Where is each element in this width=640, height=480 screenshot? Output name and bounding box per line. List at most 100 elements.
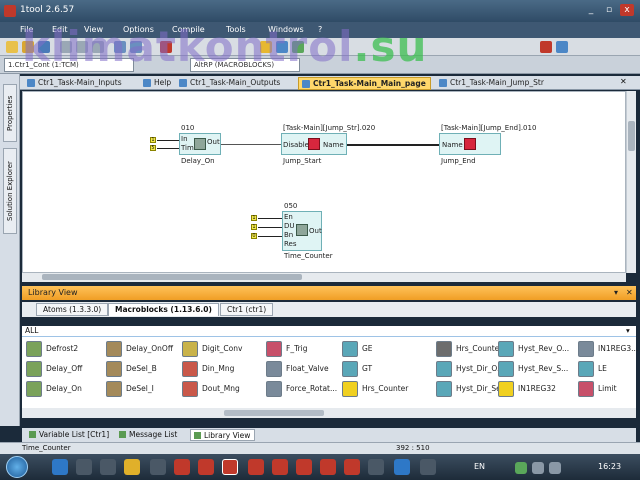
taskbar-app-icon[interactable] (320, 459, 336, 475)
library-item-label: Delay_On (46, 384, 82, 393)
taskbar-app-icon[interactable] (198, 459, 214, 475)
page-icon (439, 79, 447, 87)
language-indicator[interactable]: EN (474, 462, 485, 471)
time-counter-out: Out (309, 227, 322, 235)
macroblock-icon (266, 341, 282, 357)
const-box[interactable]: 1 (150, 137, 156, 143)
library-item-label: Delay_OnOff (126, 344, 173, 353)
jump-start-disable: Disable (283, 141, 309, 149)
network-icon[interactable] (532, 462, 544, 474)
taskbar-app-icon[interactable] (344, 459, 360, 475)
macroblock-icon (436, 341, 452, 357)
watermark: klimatkontrol.su (22, 22, 428, 71)
tab-macroblocks[interactable]: Macroblocks (1.13.6.0) (108, 303, 219, 316)
macroblock-icon (436, 381, 452, 397)
taskbar-app-icon[interactable] (394, 459, 410, 475)
macroblock-icon (266, 361, 282, 377)
jump-end-name-pin: Name (442, 141, 463, 149)
close-icon[interactable]: ✕ (626, 286, 633, 299)
list-icon (29, 431, 36, 438)
start-button[interactable] (6, 456, 28, 478)
page-icon (27, 79, 35, 87)
pin-icon[interactable]: ▾ (614, 286, 618, 299)
volume-icon[interactable] (549, 462, 561, 474)
wire (258, 227, 282, 228)
tab-message-list[interactable]: Message List (116, 429, 181, 441)
clock[interactable]: 16:23 (598, 462, 621, 471)
taskbar-app-icon[interactable] (368, 459, 384, 475)
stop-icon[interactable] (540, 41, 552, 53)
folder-icon[interactable] (124, 459, 140, 475)
jump-end-block[interactable]: Name (439, 133, 501, 155)
library-item-label: Hrs_Counter (362, 384, 409, 393)
solution-explorer-tab[interactable]: Solution Explorer (3, 148, 17, 234)
tab-close-icon[interactable]: ✕ (620, 77, 627, 86)
properties-tab[interactable]: Properties (3, 84, 17, 142)
library-filter[interactable]: ALL ▾ (22, 326, 636, 337)
taskbar-app-icon[interactable] (296, 459, 312, 475)
scroll-thumb[interactable] (628, 121, 635, 151)
close-button[interactable]: x (620, 4, 634, 16)
diagram-canvas[interactable]: 010 In Time Out 1 5 Delay_On [Task-Main]… (22, 91, 626, 273)
const-box[interactable]: 1 (251, 215, 257, 221)
connect-icon[interactable] (556, 41, 568, 53)
timer-icon (194, 138, 206, 150)
scroll-thumb[interactable] (224, 410, 324, 416)
tab-variable-list[interactable]: Variable List [Ctr1] (26, 429, 113, 441)
tab-atoms[interactable]: Atoms (1.3.3.0) (36, 303, 109, 316)
taskbar: EN 16:23 (0, 454, 640, 480)
jump-start-block[interactable]: Disable Name (281, 133, 347, 155)
library-item-label: GT (362, 364, 373, 373)
timer-icon (296, 224, 308, 236)
taskbar-app-icon[interactable] (420, 459, 436, 475)
delay-on-name: Delay_On (181, 157, 215, 165)
library-item-label: LE (598, 364, 607, 373)
scroll-thumb[interactable] (42, 274, 302, 280)
tab-main-page[interactable]: Ctr1_Task-Main_Main_page (298, 77, 431, 90)
explorer-icon[interactable] (76, 459, 92, 475)
canvas-vertical-scrollbar[interactable] (626, 91, 636, 273)
tab-outputs[interactable]: Ctr1_Task-Main_Outputs (176, 77, 284, 90)
library-item-label: Digit_Conv (202, 344, 243, 353)
macroblock-icon (498, 341, 514, 357)
maximize-button[interactable]: ▫ (602, 4, 616, 16)
macroblock-icon (182, 381, 198, 397)
macroblock-icon (578, 381, 594, 397)
tab-ctr1[interactable]: Ctr1 (ctr1) (220, 303, 274, 316)
tab-inputs[interactable]: Ctr1_Task-Main_Inputs (24, 77, 126, 90)
new-file-icon[interactable] (6, 41, 18, 53)
time-counter-block[interactable]: En DU Bn Res Out (282, 211, 322, 251)
document-tabs: Ctr1_Task-Main_Inputs Help Ctr1_Task-Mai… (20, 76, 640, 90)
taskbar-app-icon[interactable] (150, 459, 166, 475)
library-title: Library View (28, 288, 78, 297)
const-box[interactable]: 0 (251, 233, 257, 239)
library-item-label: Float_Valve (286, 364, 329, 373)
canvas-horizontal-scrollbar[interactable] (22, 273, 626, 282)
taskbar-app-icon[interactable] (272, 459, 288, 475)
tab-jump-str[interactable]: Ctr1_Task-Main_Jump_Str (436, 77, 548, 90)
macroblock-icon (578, 341, 594, 357)
const-box[interactable]: 1 (251, 224, 257, 230)
chevron-down-icon[interactable]: ▾ (626, 326, 630, 336)
1tool-taskbar-icon[interactable] (222, 459, 238, 475)
window-title-bar: 1tool 2.6.57 _ ▫ x (0, 0, 640, 22)
macroblock-icon (106, 341, 122, 357)
delay-on-block[interactable]: In Time Out (179, 133, 221, 155)
taskbar-app-icon[interactable] (100, 459, 116, 475)
wire (258, 218, 282, 219)
ie-icon[interactable] (52, 459, 68, 475)
status-bar: Time_Counter 392 : 510 (0, 442, 640, 454)
macroblock-icon (578, 361, 594, 377)
library-horizontal-scrollbar[interactable] (22, 408, 636, 418)
wire (258, 236, 282, 237)
time-counter-du: DU (284, 222, 295, 230)
tab-help[interactable]: Help (140, 77, 175, 90)
taskbar-app-icon[interactable] (174, 459, 190, 475)
const-box[interactable]: 5 (150, 145, 156, 151)
minimize-button[interactable]: _ (584, 4, 598, 16)
macroblock-icon (342, 381, 358, 397)
tab-library-view[interactable]: Library View (190, 429, 256, 441)
taskbar-app-icon[interactable] (248, 459, 264, 475)
library-item-label: IN1REG32 (518, 384, 556, 393)
tray-icon[interactable] (515, 462, 527, 474)
